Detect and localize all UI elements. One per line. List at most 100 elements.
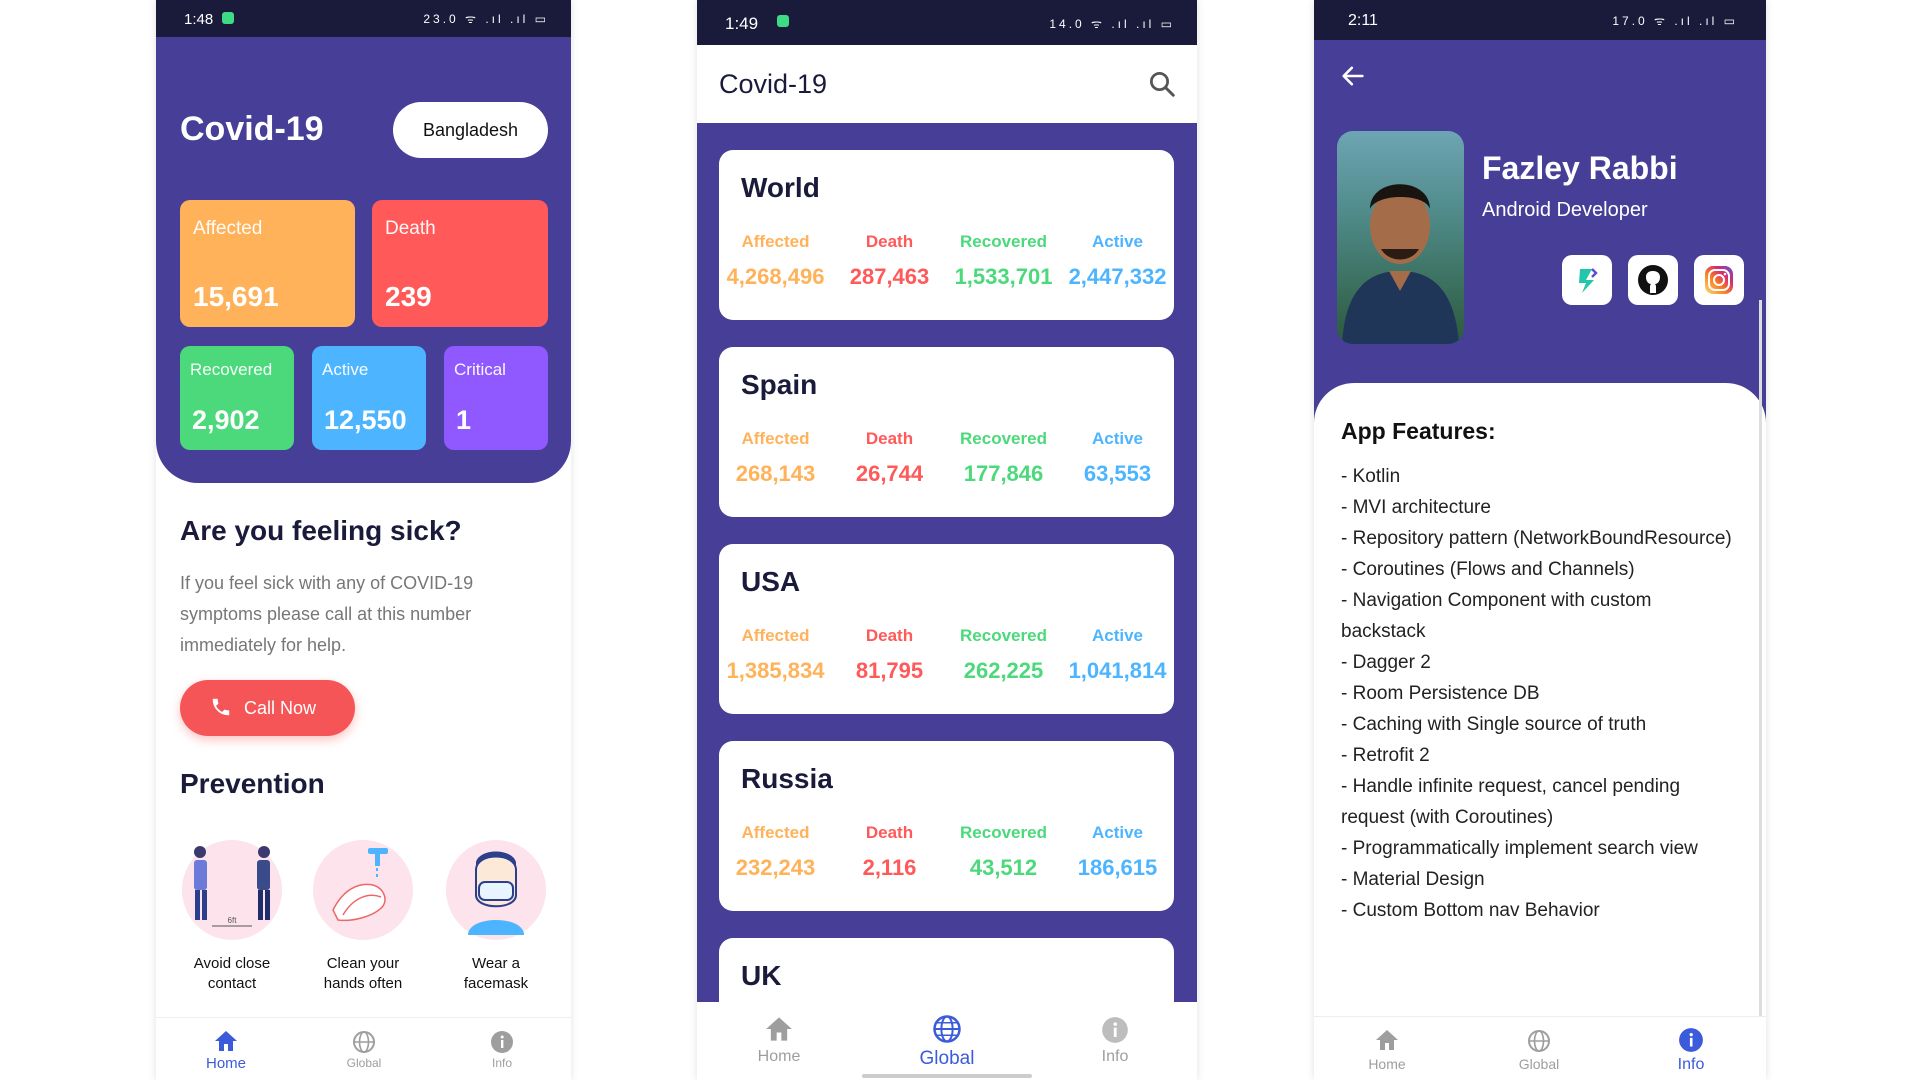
feature-item: - Kotlin bbox=[1341, 466, 1401, 487]
affected-value: 15,691 bbox=[193, 281, 279, 312]
critical-value: 1 bbox=[456, 405, 472, 435]
active-value: 12,550 bbox=[324, 405, 407, 435]
death-label: Death bbox=[865, 429, 914, 448]
feature-item: - Navigation Component with custom backs… bbox=[1341, 590, 1652, 642]
scrollbar[interactable] bbox=[1759, 300, 1762, 1020]
country-name: UK bbox=[741, 960, 782, 991]
call-now-button[interactable]: Call Now bbox=[180, 680, 355, 736]
recovered-card: Recovered 2,902 bbox=[180, 346, 294, 450]
github-icon bbox=[1638, 265, 1668, 295]
recovered-value: 2,902 bbox=[192, 405, 260, 435]
nav-global[interactable]: Global bbox=[334, 1030, 394, 1070]
recovered-label: Recovered bbox=[960, 626, 1047, 645]
github-button[interactable] bbox=[1628, 255, 1678, 305]
app-bar: Covid-19 bbox=[697, 45, 1197, 123]
app-title: Covid-19 bbox=[719, 69, 828, 99]
affected-value: 268,143 bbox=[735, 461, 816, 486]
nav-home-label: Home bbox=[757, 1048, 801, 1065]
status-bar: 2:11 17.0 ᯤ .ıl .ıl ▭ bbox=[1314, 0, 1766, 40]
status-time: 1:49 bbox=[725, 14, 759, 33]
search-icon[interactable] bbox=[1147, 69, 1177, 99]
active-label: Active bbox=[1091, 232, 1144, 251]
home-icon bbox=[215, 1031, 237, 1051]
recovered-value: 43,512 bbox=[969, 855, 1038, 880]
death-value: 287,463 bbox=[849, 264, 930, 289]
critical-label: Critical bbox=[454, 360, 506, 379]
affected-label: Affected bbox=[741, 429, 810, 448]
death-label: Death bbox=[865, 823, 914, 842]
recovered-value: 262,225 bbox=[963, 658, 1044, 683]
nav-home[interactable]: Home bbox=[739, 1016, 819, 1066]
affected-label: Affected bbox=[741, 823, 810, 842]
bottom-nav: Home Global Info bbox=[1314, 1016, 1766, 1080]
nav-info[interactable]: Info bbox=[1656, 1027, 1726, 1074]
bottom-nav: Home Global Info bbox=[697, 1002, 1197, 1080]
nav-info[interactable]: Info bbox=[472, 1030, 532, 1070]
status-bar: 1:49 14.0 ᯤ .ıl .ıl ▭ bbox=[697, 0, 1197, 45]
status-time: 1:48 bbox=[184, 11, 214, 28]
prevention-caption: Wear a facemask bbox=[463, 955, 529, 992]
affected-value: 1,385,834 bbox=[726, 658, 825, 683]
active-label: Active bbox=[1091, 429, 1144, 448]
features-heading: App Features: bbox=[1341, 418, 1496, 444]
affected-label: Affected bbox=[741, 626, 810, 645]
instagram-button[interactable] bbox=[1694, 255, 1744, 305]
status-icons: 17.0 ᯤ .ıl .ıl ▭ bbox=[1612, 14, 1738, 28]
avatar bbox=[1337, 131, 1464, 344]
prevention-item: 6ft Avoid close contact bbox=[182, 840, 282, 994]
country-card[interactable]: World Affected 4,268,496 Death 287,463 Rec… bbox=[719, 150, 1174, 320]
nav-global[interactable]: Global bbox=[1504, 1029, 1574, 1072]
feature-item: - Repository pattern (NetworkBoundResour… bbox=[1341, 528, 1732, 549]
nav-home[interactable]: Home bbox=[1352, 1029, 1422, 1072]
affected-card: Affected 15,691 bbox=[180, 200, 355, 327]
death-value: 239 bbox=[385, 281, 432, 312]
blog-button[interactable] bbox=[1562, 255, 1612, 305]
affected-label: Affected bbox=[193, 218, 263, 239]
active-value: 2,447,332 bbox=[1068, 264, 1167, 289]
global-screen: 1:49 14.0 ᯤ .ıl .ıl ▭ Covid-19 World Aff… bbox=[697, 0, 1197, 1080]
profile-name: Fazley Rabbi bbox=[1482, 150, 1678, 186]
affected-value: 4,268,496 bbox=[726, 264, 825, 289]
death-value: 26,744 bbox=[855, 461, 924, 486]
country-name: Spain bbox=[741, 369, 818, 400]
country-card[interactable]: Russia Affected 232,243 Death 2,116 Recove… bbox=[719, 741, 1174, 911]
nav-home-label: Home bbox=[1368, 1056, 1406, 1072]
death-label: Death bbox=[865, 626, 914, 645]
country-name: USA bbox=[741, 566, 801, 597]
recovered-label: Recovered bbox=[190, 360, 273, 379]
status-time: 2:11 bbox=[1348, 12, 1378, 29]
affected-label: Affected bbox=[741, 232, 810, 251]
country-name: World bbox=[741, 172, 820, 203]
globe-icon bbox=[933, 1015, 961, 1043]
phone-icon bbox=[212, 698, 230, 716]
nav-info-label: Info bbox=[1677, 1056, 1705, 1073]
feature-item: - Room Persistence DB bbox=[1341, 683, 1540, 704]
recovered-value: 177,846 bbox=[963, 461, 1044, 486]
death-label: Death bbox=[865, 232, 914, 251]
recovered-value: 1,533,701 bbox=[954, 264, 1053, 289]
app-title: Covid-19 bbox=[180, 110, 324, 148]
nav-info-label: Info bbox=[1101, 1048, 1129, 1065]
active-label: Active bbox=[1091, 626, 1144, 645]
active-value: 186,615 bbox=[1077, 855, 1158, 880]
nav-info[interactable]: Info bbox=[1075, 1016, 1155, 1066]
active-label: Active bbox=[322, 360, 369, 379]
handwash-icon bbox=[313, 840, 413, 940]
back-arrow-icon[interactable] bbox=[1339, 62, 1367, 90]
country-card[interactable]: USA Affected 1,385,834 Death 81,795 Recove… bbox=[719, 544, 1174, 714]
feature-item: - Programmatically implement search view bbox=[1341, 838, 1698, 859]
globe-icon bbox=[353, 1031, 375, 1053]
notification-icon bbox=[222, 12, 234, 24]
death-value: 2,116 bbox=[862, 855, 917, 880]
active-value: 1,041,814 bbox=[1068, 658, 1167, 683]
country-selector[interactable]: Bangladesh bbox=[393, 102, 548, 158]
country-card[interactable]: Spain Affected 268,143 Death 26,744 Recove… bbox=[719, 347, 1174, 517]
critical-card: Critical 1 bbox=[444, 346, 548, 450]
nav-home[interactable]: Home bbox=[196, 1030, 256, 1072]
prevention-item: Wear a facemask bbox=[446, 840, 546, 994]
feature-item: - Material Design bbox=[1341, 869, 1485, 890]
nav-global-label: Global bbox=[1518, 1056, 1560, 1072]
nav-global[interactable]: Global bbox=[902, 1014, 992, 1070]
info-screen: 2:11 17.0 ᯤ .ıl .ıl ▭ Fazley Rabbi Andro… bbox=[1314, 0, 1766, 1080]
info-icon bbox=[1679, 1028, 1703, 1052]
